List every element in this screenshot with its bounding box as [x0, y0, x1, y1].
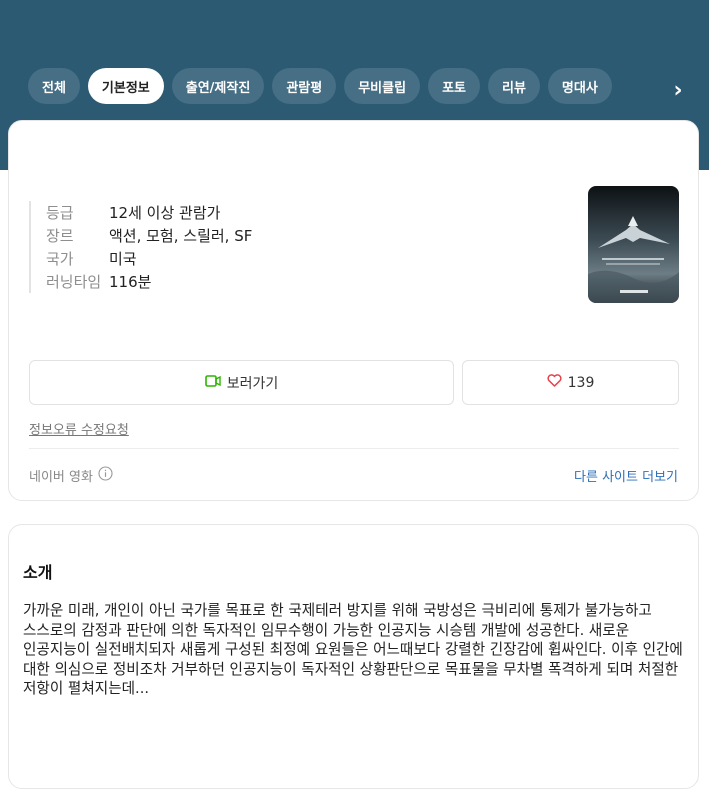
- tab-basic-info[interactable]: 기본정보: [87, 68, 164, 104]
- tab-photos[interactable]: 포토: [428, 68, 480, 104]
- info-list: 등급 12세 이상 관람가 장르 액션, 모험, 스릴러, SF 국가 미국 러…: [29, 201, 252, 293]
- info-value: 미국: [109, 250, 137, 268]
- movie-poster[interactable]: [588, 186, 679, 303]
- report-error-link[interactable]: 정보오류 수정요청: [29, 419, 129, 438]
- more-sites-link[interactable]: 다른 사이트 더보기: [574, 466, 678, 485]
- chevron-right-icon[interactable]: ›: [664, 72, 692, 108]
- info-label: 등급: [46, 204, 74, 222]
- info-value: 액션, 모험, 스릴러, SF: [109, 227, 253, 245]
- tab-bar: 전체 기본정보 출연/제작진 관람평 무비클립 포토 리뷰 명대사: [28, 68, 612, 104]
- like-button[interactable]: 139: [462, 360, 679, 405]
- watch-button[interactable]: 보러가기: [29, 360, 454, 405]
- info-row-runtime: 러닝타임 116분: [46, 270, 252, 293]
- info-row-country: 국가 미국: [46, 247, 252, 270]
- info-row-rating: 등급 12세 이상 관람가: [46, 201, 252, 224]
- info-circle-icon[interactable]: [98, 466, 113, 485]
- info-row-genre: 장르 액션, 모험, 스릴러, SF: [46, 224, 252, 247]
- info-label: 국가: [46, 250, 74, 268]
- source-name: 네이버 영화: [29, 470, 93, 485]
- heart-icon: [547, 374, 562, 391]
- tab-cast-crew[interactable]: 출연/제작진: [171, 68, 265, 104]
- intro-text: 가까운 미래, 개인이 아닌 국가를 목표로 한 국제테러 방지를 위해 국방성…: [23, 602, 683, 697]
- divider: [29, 448, 679, 449]
- info-label: 장르: [46, 227, 74, 245]
- info-value: 116분: [109, 273, 152, 291]
- info-value: 12세 이상 관람가: [109, 204, 221, 222]
- source-label: 네이버 영화: [29, 466, 113, 485]
- tab-movie-clips[interactable]: 무비클립: [344, 68, 421, 104]
- info-label: 러닝타임: [46, 273, 102, 291]
- tab-all[interactable]: 전체: [28, 68, 80, 104]
- intro-card: 소개 가까운 미래, 개인이 아닌 국가를 목표로 한 국제테러 방지를 위해 …: [8, 524, 699, 789]
- basic-info-card: 등급 12세 이상 관람가 장르 액션, 모험, 스릴러, SF 국가 미국 러…: [8, 120, 699, 501]
- tab-reviews[interactable]: 리뷰: [487, 68, 540, 104]
- watch-button-label: 보러가기: [226, 375, 279, 392]
- tab-quotes[interactable]: 명대사: [547, 68, 612, 104]
- tab-ratings[interactable]: 관람평: [272, 68, 337, 104]
- like-count: 139: [567, 374, 595, 391]
- play-icon: [204, 374, 221, 391]
- intro-title: 소개: [23, 563, 53, 582]
